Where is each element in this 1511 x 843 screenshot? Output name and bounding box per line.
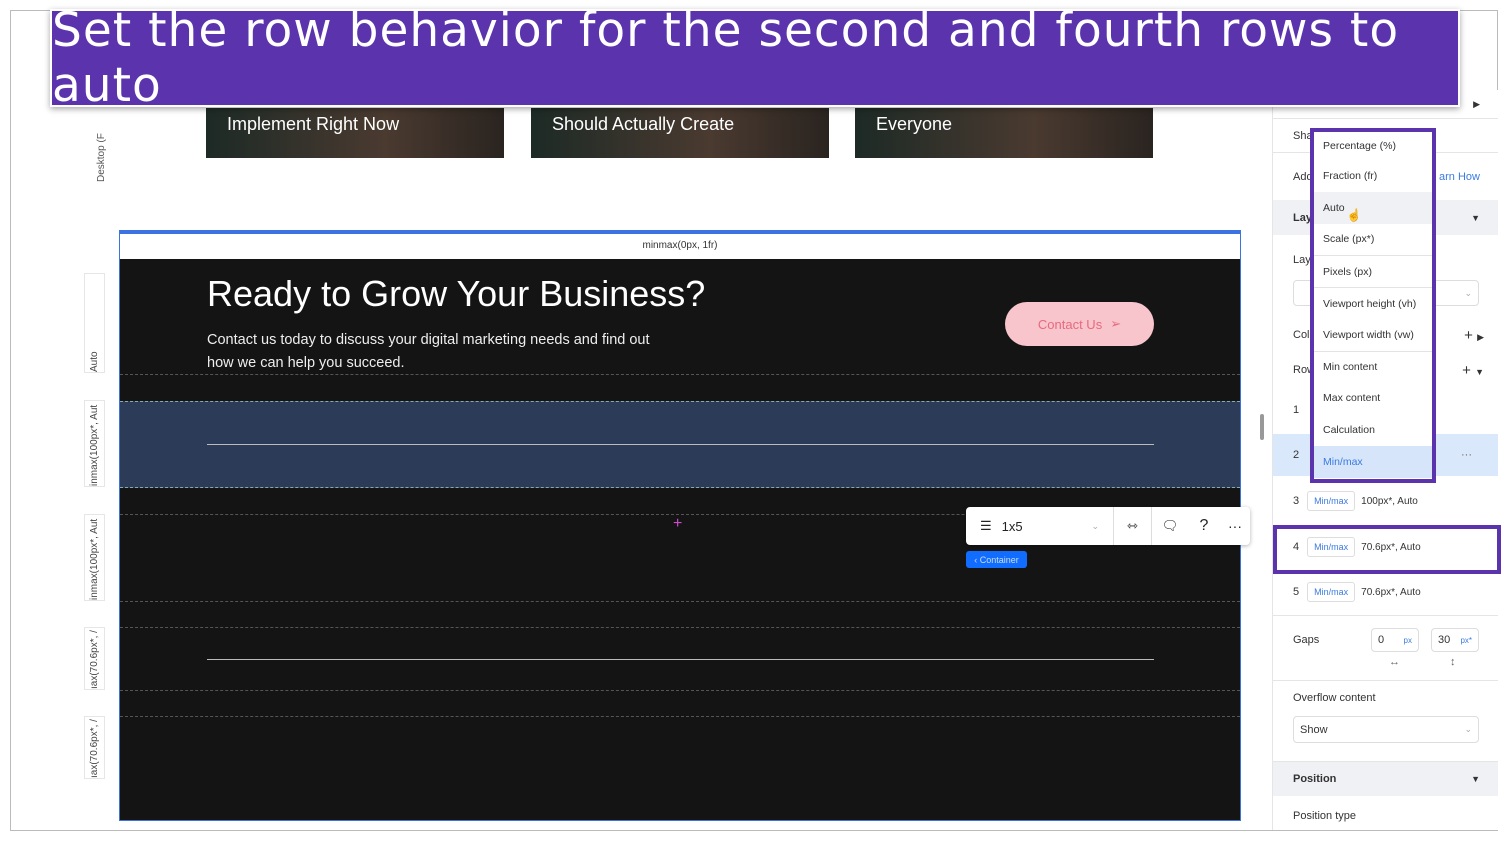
card-title: Should Actually Create (552, 114, 735, 134)
contact-label: Contact Us (1037, 316, 1103, 332)
option-pixels[interactable]: Pixels (px) (1314, 255, 1432, 287)
card-title: Everyone (876, 114, 953, 134)
help-icon: ? (1199, 517, 1209, 534)
row-divider (120, 690, 1240, 691)
column-gap-input[interactable]: 0 px (1371, 628, 1419, 652)
row-ruler-3[interactable]: inmax(100px*, Aut (84, 514, 105, 601)
blog-card[interactable]: Everyone (855, 108, 1153, 158)
container-breadcrumb[interactable]: ‹ Container (966, 551, 1027, 568)
grid-icon: ☰ (980, 518, 992, 533)
caret-right-icon: ▶ (1473, 98, 1480, 109)
position-section-header[interactable]: Position ▼ (1273, 762, 1498, 796)
option-calculation[interactable]: Calculation (1314, 414, 1432, 446)
option-min-content[interactable]: Min content (1314, 350, 1432, 383)
section-description[interactable]: Contact us today to discuss your digital… (207, 329, 667, 375)
blog-card[interactable]: Should Actually Create (531, 108, 829, 158)
row-divider (120, 716, 1240, 717)
card-title: Implement Right Now (227, 114, 400, 134)
option-max-content[interactable]: Max content (1314, 383, 1432, 415)
value: 30 (1438, 634, 1451, 646)
chevron-down-icon: ⌄ (1091, 520, 1099, 531)
row-ruler-5[interactable]: ıax(70.6px*, / (84, 716, 105, 779)
row-item-3[interactable]: 3 Min/max 100px*, Auto (1273, 486, 1498, 516)
help-button[interactable]: ? (1188, 507, 1220, 545)
row-type-dropdown: Percentage (%) Fraction (fr) Auto ☝ Scale… (1310, 128, 1436, 483)
label: Position (1293, 773, 1337, 785)
option-scale[interactable]: Scale (px*) (1314, 224, 1432, 256)
learn-how-link[interactable]: arn How (1439, 171, 1480, 183)
row-4-highlight (1273, 525, 1501, 574)
row-divider (120, 601, 1240, 602)
position-type-label: Position type (1293, 810, 1356, 822)
comment-icon: 🗨 (1161, 518, 1179, 533)
chevron-down-icon: ⌄ (1464, 724, 1472, 734)
caret-down-icon: ▼ (1471, 212, 1480, 223)
label: Col (1293, 329, 1310, 341)
option-viewport-width[interactable]: Viewport width (vw) (1314, 319, 1432, 351)
row-divider (120, 374, 1240, 375)
layout-value: 1x5 (1001, 518, 1023, 534)
add-row-icon[interactable]: + ▼ (1462, 362, 1484, 379)
row-gap-input[interactable]: 30 px* (1431, 628, 1479, 652)
row-type-select[interactable]: Min/max (1307, 582, 1356, 602)
vertical-arrow-icon: ↕ (1450, 656, 1456, 668)
scrollbar[interactable] (1260, 414, 1264, 440)
horizontal-arrow-icon: ↔ (1389, 656, 1400, 668)
send-icon: ➢ (1110, 316, 1122, 331)
floating-toolbar: ☰ 1x5 ⌄ ⇿ 🗨 ? ··· (966, 507, 1250, 545)
add-column-icon[interactable]: + ▶ (1464, 327, 1484, 344)
unit: px* (1460, 635, 1472, 645)
row-number: 3 (1293, 495, 1300, 507)
row-ruler-4[interactable]: ıax(70.6px*, / (84, 627, 105, 690)
layout-dropdown[interactable]: ☰ 1x5 ⌄ (966, 507, 1114, 545)
row-type-select[interactable]: Min/max (1307, 491, 1356, 511)
row-number: 5 (1293, 586, 1300, 598)
option-viewport-height[interactable]: Viewport height (vh) (1314, 287, 1432, 319)
more-icon[interactable]: ··· (1461, 449, 1472, 461)
row-ruler-1[interactable]: Auto (84, 273, 105, 373)
overflow-label: Overflow content (1293, 692, 1376, 704)
column-header[interactable]: minmax(0px, 1fr) (120, 231, 1240, 259)
comment-button[interactable]: 🗨 (1152, 507, 1188, 545)
contact-us-button[interactable]: Contact Us ➢ (1005, 302, 1154, 346)
overflow-select[interactable]: Show ⌄ (1293, 716, 1479, 743)
row-value: 70.6px*, Auto (1361, 586, 1421, 598)
device-label[interactable]: Desktop (F (96, 112, 110, 182)
option-percentage[interactable]: Percentage (%) (1314, 132, 1432, 160)
caret-down-icon: ▼ (1471, 774, 1480, 784)
value: Show (1300, 723, 1328, 736)
row-value: 100px*, Auto (1361, 495, 1418, 507)
label: Auto (1323, 201, 1345, 214)
option-fraction[interactable]: Fraction (fr) (1314, 160, 1432, 192)
row-ruler-2[interactable]: inmax(100px*, Aut (84, 400, 105, 487)
chevron-down-icon: ⌄ (1464, 287, 1472, 298)
row-number: 2 (1293, 449, 1300, 461)
option-minmax-selected[interactable]: Min/max (1314, 446, 1432, 478)
section-title[interactable]: Ready to Grow Your Business? (207, 273, 705, 315)
row-divider (120, 627, 1240, 628)
stretch-button[interactable]: ⇿ (1114, 507, 1152, 545)
stretch-icon: ⇿ (1127, 518, 1138, 533)
option-auto[interactable]: Auto ☝ (1314, 191, 1432, 224)
row-item-5[interactable]: 5 Min/max 70.6px*, Auto (1273, 577, 1498, 607)
row-number: 1 (1293, 404, 1300, 416)
add-icon[interactable]: + (673, 515, 682, 533)
label: Lay (1293, 254, 1311, 266)
divider-line (207, 444, 1154, 445)
blog-card[interactable]: Implement Right Now (206, 108, 504, 158)
divider-line (207, 659, 1154, 660)
hand-cursor-icon: ☝ (1346, 207, 1362, 222)
instruction-banner: Set the row behavior for the second and … (50, 3, 1460, 113)
more-button[interactable]: ··· (1220, 507, 1250, 545)
value: 0 (1378, 634, 1385, 646)
more-icon: ··· (1228, 518, 1242, 534)
unit: px (1403, 635, 1412, 645)
